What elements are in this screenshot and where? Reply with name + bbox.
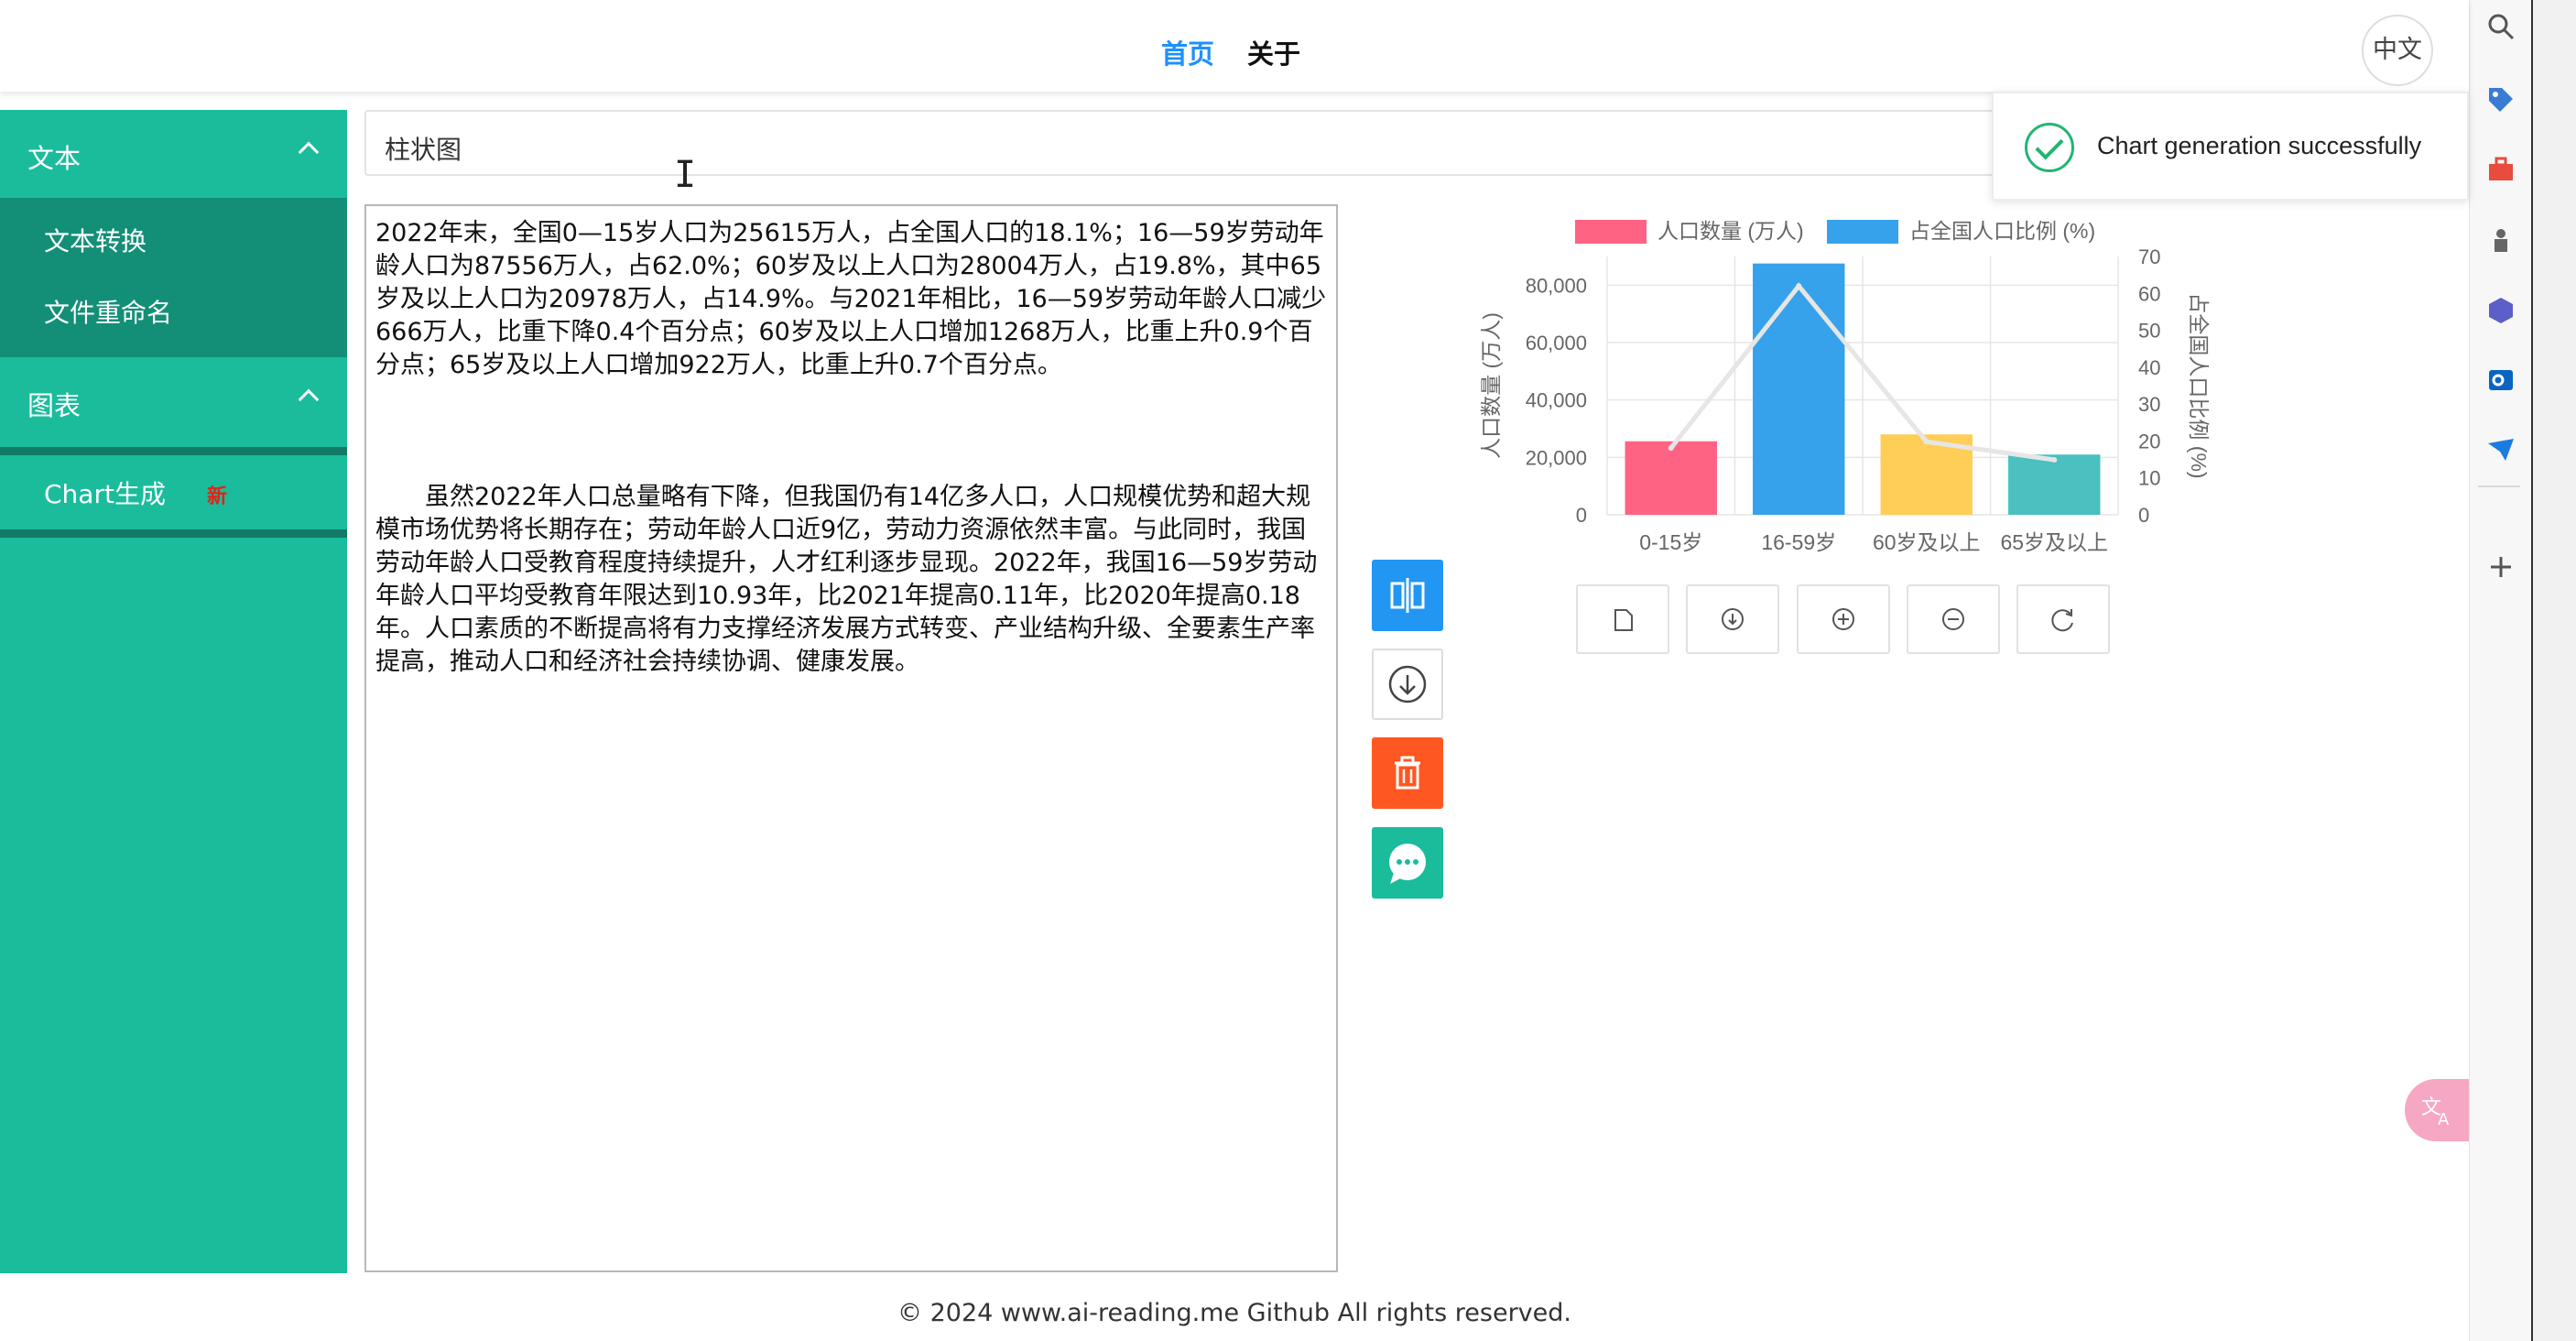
chat-bubble-icon (1389, 844, 1426, 884)
line-point (1923, 439, 1929, 445)
send-icon[interactable] (2485, 434, 2516, 465)
copilot-icon[interactable] (2485, 295, 2516, 326)
source-textarea[interactable]: 2022年末，全国0—15岁人口为25615万人，占全国人口的18.1%；16—… (364, 204, 1338, 1272)
footer-text: © 2024 www.ai-reading.me Github All righ… (897, 1299, 1571, 1327)
sidebar-group-chart[interactable]: 图表 (0, 357, 347, 445)
outlook-icon[interactable] (2485, 365, 2516, 396)
bar (2008, 454, 2101, 515)
y-right-tick-label: 40 (2138, 356, 2160, 379)
x-tick-label: 16-59岁 (1761, 530, 1836, 554)
text-paragraph: 虽然2022年人口总量略有下降，但我国仍有14亿多人口，人口规模优势和超大规模市… (375, 483, 1318, 676)
language-button[interactable]: 中文 (2362, 15, 2433, 86)
new-badge: 新 (207, 485, 228, 508)
y-right-tick-label: 0 (2138, 504, 2149, 527)
chart-tool-zoom-in[interactable] (1797, 584, 1890, 654)
chess-icon[interactable] (2485, 225, 2516, 256)
chart-tool-document[interactable] (1576, 584, 1669, 654)
x-tick-label: 60岁及以上 (1873, 530, 1981, 554)
y-right-axis-label: 占全国人口比例 (%) (2187, 292, 2211, 478)
legend-swatch (1575, 220, 1647, 244)
search-icon[interactable] (2485, 11, 2516, 42)
chart-tool-zoom-out[interactable] (1907, 584, 2000, 654)
y-right-tick-label: 30 (2138, 393, 2160, 416)
y-right-tick-label: 60 (2138, 282, 2160, 305)
sidebar: 文本 文本转换 文件重命名 图表 Chart生成 新 (0, 110, 347, 1273)
nav-home-link[interactable]: 首页 (1161, 33, 1214, 71)
bar (1753, 263, 1845, 515)
sidebar-divider (0, 529, 347, 538)
compare-button[interactable] (1372, 560, 1443, 631)
delete-button[interactable] (1372, 737, 1443, 809)
side-panel-divider (2478, 485, 2520, 487)
compare-icon (1390, 578, 1425, 613)
success-toast: Chart generation successfully (1992, 92, 2469, 201)
y-tick-label: 80,000 (1526, 274, 1587, 297)
sidebar-group-label: 文本 (27, 143, 82, 174)
refresh-icon (2051, 609, 2073, 632)
sidebar-divider (0, 447, 347, 455)
line-point (1668, 445, 1674, 452)
x-tick-label: 65岁及以上 (2000, 530, 2108, 554)
nav-about-link[interactable]: 关于 (1247, 33, 1300, 71)
population-chart: 人口数量 (万人) 占全国人口比例 (%) 0 20,000 40,000 60,000 8… (1479, 219, 2211, 554)
svg-text:A: A (2438, 1110, 2450, 1129)
y-axis-label: 人口数量 (万人) (1479, 312, 1503, 459)
window-edge (2531, 0, 2576, 1341)
chart-tool-refresh[interactable] (2016, 584, 2110, 654)
legend-label: 人口数量 (万人) (1658, 219, 1804, 243)
sidebar-item-text-convert[interactable]: 文本转换 (44, 222, 147, 258)
sidebar-group-label: 图表 (27, 390, 82, 421)
download-circle-icon (1388, 665, 1427, 703)
chart-type-value: 柱状图 (385, 135, 462, 165)
sidebar-submenu-text: 文本转换 文件重命名 (0, 198, 347, 357)
chevron-up-icon (298, 388, 320, 410)
line-point (1796, 283, 1802, 289)
y-tick-label: 40,000 (1526, 389, 1587, 412)
text-cursor-icon: I (674, 154, 697, 196)
sidebar-item-label: Chart生成 (44, 479, 166, 509)
trash-icon (1395, 756, 1420, 790)
chat-button[interactable] (1372, 827, 1443, 899)
sidebar-item-file-rename[interactable]: 文件重命名 (44, 293, 172, 330)
zoom-in-icon (1832, 608, 1854, 630)
legend-label: 占全国人口比例 (%) (1909, 219, 2095, 243)
plus-icon[interactable] (2485, 551, 2516, 583)
browser-side-panel (2469, 0, 2531, 1341)
x-tick-label: 0-15岁 (1639, 530, 1702, 554)
chevron-up-icon (298, 141, 320, 163)
y-right-tick-label: 20 (2138, 430, 2160, 452)
y-tick-label: 60,000 (1526, 332, 1587, 354)
y-tick-label: 0 (1576, 504, 1587, 527)
tag-icon[interactable] (2485, 84, 2516, 115)
text-paragraph: 2022年末，全国0—15岁人口为25615万人，占全国人口的18.1%；16—… (375, 219, 1327, 379)
sidebar-group-text[interactable]: 文本 (0, 110, 347, 198)
check-circle-icon (2025, 123, 2074, 172)
y-right-tick-label: 10 (2138, 467, 2160, 490)
briefcase-icon[interactable] (2485, 154, 2516, 185)
download-icon (1722, 608, 1744, 630)
download-button[interactable] (1372, 649, 1443, 720)
y-tick-label: 20,000 (1526, 446, 1587, 469)
toast-message: Chart generation successfully (2097, 132, 2422, 159)
line-point (2051, 456, 2058, 463)
bar (1625, 441, 1717, 515)
chart-tool-download[interactable] (1686, 584, 1779, 654)
y-right-tick-label: 50 (2138, 320, 2160, 343)
legend-swatch (1827, 220, 1898, 244)
app-root: 首页 关于 中文 文本 文本转换 文件重命名 图表 Chart生成 新 柱状图 … (0, 0, 2576, 1341)
y-right-tick-label: 70 (2138, 245, 2160, 268)
translate-icon: 文 A (2421, 1096, 2450, 1129)
translate-button[interactable]: 文 A (2405, 1079, 2469, 1141)
zoom-out-icon (1942, 608, 1964, 630)
top-navbar: 首页 关于 中文 (0, 0, 2469, 92)
document-icon (1614, 609, 1633, 631)
